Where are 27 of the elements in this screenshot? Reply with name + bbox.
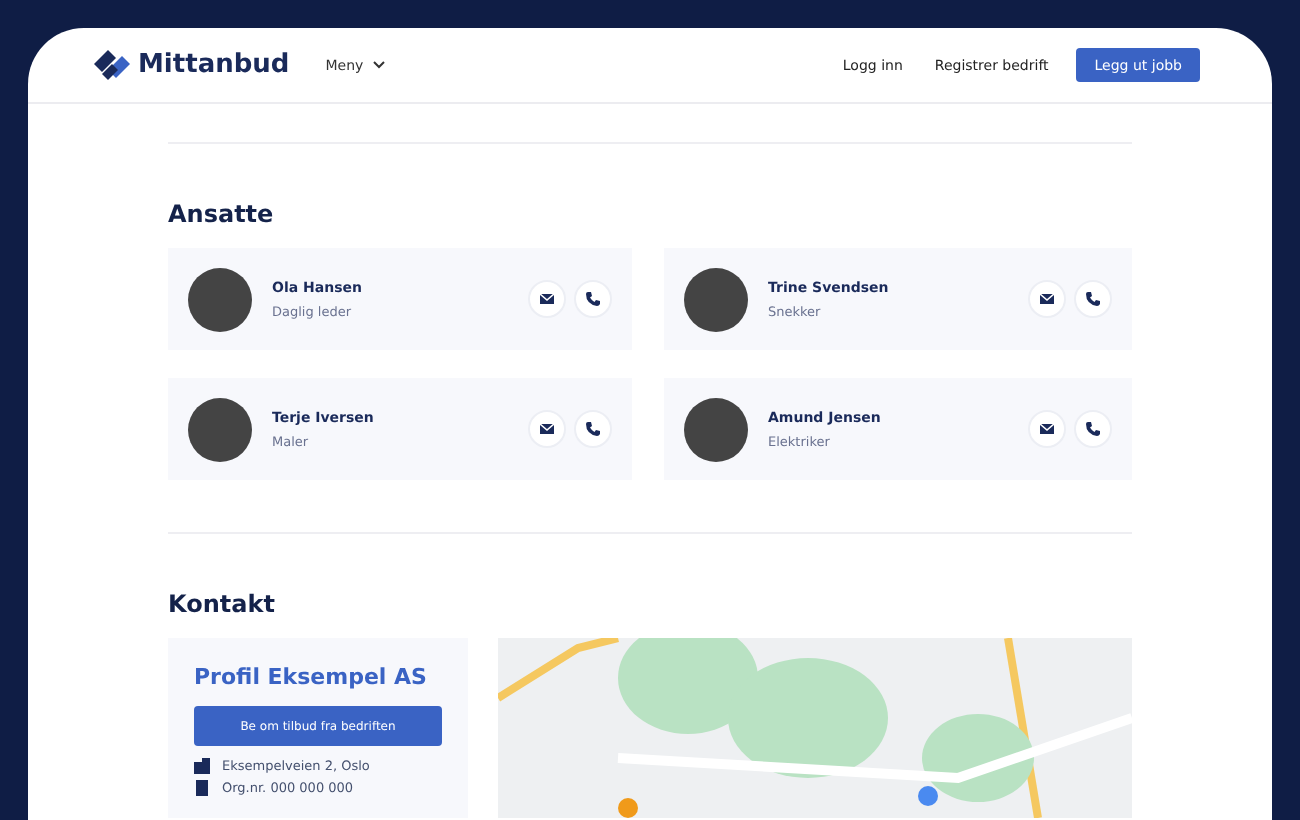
call-button[interactable] bbox=[1074, 280, 1112, 318]
call-button[interactable] bbox=[1074, 410, 1112, 448]
building-icon bbox=[194, 758, 210, 774]
email-button[interactable] bbox=[528, 280, 566, 318]
call-button[interactable] bbox=[574, 410, 612, 448]
email-button[interactable] bbox=[1028, 280, 1066, 318]
document-icon bbox=[194, 780, 210, 796]
phone-icon bbox=[1086, 292, 1100, 306]
company-name: Profil Eksempel AS bbox=[194, 664, 429, 690]
brand-name[interactable]: Mittanbud bbox=[138, 50, 290, 80]
phone-icon bbox=[1086, 422, 1100, 436]
phone-icon bbox=[586, 292, 600, 306]
chevron-down-icon bbox=[371, 60, 386, 70]
section-heading: Kontakt bbox=[168, 590, 277, 618]
avatar-placeholder bbox=[188, 397, 252, 461]
envelope-icon bbox=[540, 424, 554, 434]
section-heading: Ansatte bbox=[168, 200, 276, 228]
avatar-placeholder bbox=[684, 397, 748, 461]
avatar-placeholder bbox=[684, 267, 748, 331]
avatar-placeholder bbox=[188, 267, 252, 331]
email-button[interactable] bbox=[1028, 410, 1066, 448]
envelope-icon bbox=[1040, 294, 1054, 304]
envelope-icon bbox=[540, 294, 554, 304]
call-button[interactable] bbox=[574, 280, 612, 318]
phone-icon bbox=[586, 422, 600, 436]
email-button[interactable] bbox=[528, 410, 566, 448]
envelope-icon bbox=[1040, 424, 1054, 434]
